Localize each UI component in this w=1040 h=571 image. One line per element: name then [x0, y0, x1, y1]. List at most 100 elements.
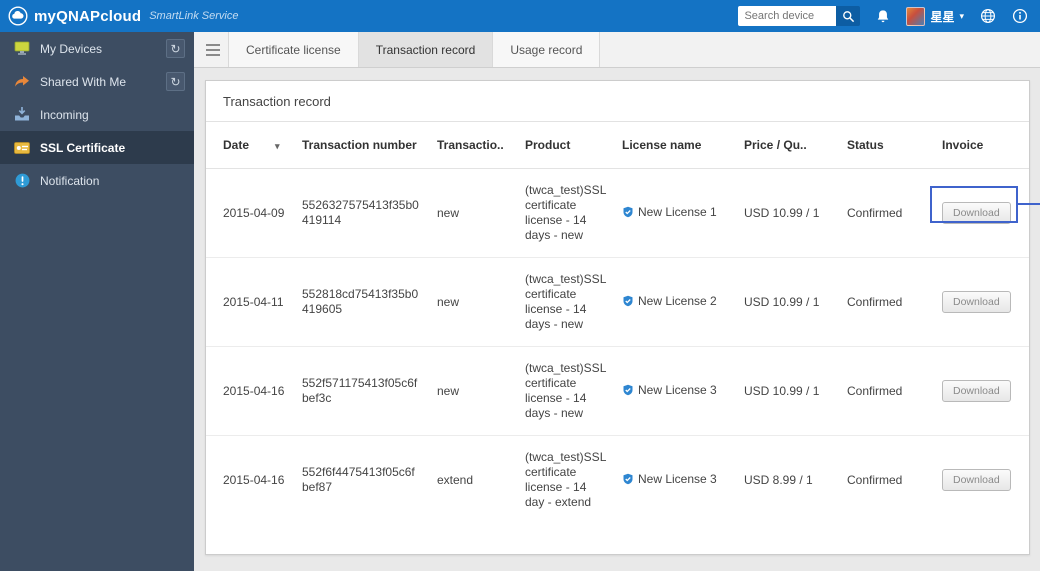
column-header-license-name: License name [614, 122, 736, 169]
cell-status: Confirmed [839, 436, 934, 525]
refresh-shared-with-me-button[interactable]: ↻ [166, 72, 185, 91]
cell-product: (twca_test)SSL certificate license - 14 … [517, 347, 614, 436]
shared-with-me-icon [13, 74, 31, 90]
cell-status: Confirmed [839, 169, 934, 258]
cell-license-name: New License 1 [614, 169, 736, 258]
license-shield-icon [622, 295, 634, 307]
table-body: 2015-04-09 5526327575413f35b0419114 new … [206, 169, 1029, 525]
license-shield-icon [622, 206, 634, 218]
search-box [738, 6, 860, 26]
hamburger-icon [206, 44, 220, 46]
ssl-certificate-icon [13, 140, 31, 156]
language-globe-button[interactable] [980, 8, 996, 24]
column-header-status: Status [839, 122, 934, 169]
column-header-transaction-type: Transactio.. [429, 122, 517, 169]
cell-date: 2015-04-16 [206, 347, 294, 436]
cell-invoice: Download [934, 169, 1029, 258]
refresh-my-devices-button[interactable]: ↻ [166, 39, 185, 58]
download-button[interactable]: Download [942, 469, 1011, 491]
sidebar-item-label: Shared With Me [40, 75, 126, 89]
cell-price: USD 10.99 / 1 [736, 169, 839, 258]
tab-usage-record[interactable]: Usage record [492, 32, 600, 67]
panel-title: Transaction record [206, 81, 1029, 122]
sidebar-item-notification[interactable]: Notification [0, 164, 194, 197]
brand-name: myQNAPcloud [34, 8, 141, 25]
topbar-right: 星星 ▾ [738, 6, 1028, 26]
transaction-record-panel: Transaction record Date▾ Transaction num… [205, 80, 1030, 555]
cell-transaction-type: new [429, 169, 517, 258]
cell-date: 2015-04-11 [206, 258, 294, 347]
cell-transaction-number: 552f571175413f05c6fbef3c [294, 347, 429, 436]
cell-invoice: Download [934, 347, 1029, 436]
brand-subtitle: SmartLink Service [149, 10, 238, 22]
menu-hamburger-button[interactable] [198, 32, 228, 67]
chevron-down-icon: ▾ [959, 11, 964, 22]
table-header-row: Date▾ Transaction number Transactio.. Pr… [206, 122, 1029, 169]
sidebar-item-label: My Devices [40, 42, 102, 56]
main-area: Certificate license Transaction record U… [194, 32, 1040, 571]
sidebar-item-label: Notification [40, 174, 99, 188]
sidebar-item-label: Incoming [40, 108, 89, 122]
sort-caret-icon[interactable]: ▾ [275, 141, 280, 151]
license-shield-icon [622, 473, 634, 485]
cell-transaction-type: new [429, 347, 517, 436]
column-header-price-quantity: Price / Qu.. [736, 122, 839, 169]
cell-product: (twca_test)SSL certificate license - 14 … [517, 258, 614, 347]
search-icon [842, 10, 855, 23]
sidebar-item-incoming[interactable]: Incoming [0, 98, 194, 131]
cell-license-name: New License 3 [614, 436, 736, 525]
brand: myQNAPcloud SmartLink Service [8, 6, 238, 26]
cell-date: 2015-04-09 [206, 169, 294, 258]
cell-price: USD 10.99 / 1 [736, 258, 839, 347]
column-header-transaction-number: Transaction number [294, 122, 429, 169]
user-name: 星星 [930, 8, 954, 25]
cell-status: Confirmed [839, 258, 934, 347]
globe-icon [980, 8, 996, 24]
bell-icon [876, 9, 890, 24]
cell-price: USD 10.99 / 1 [736, 347, 839, 436]
tab-bar: Certificate license Transaction record U… [194, 32, 1040, 68]
cell-transaction-type: new [429, 258, 517, 347]
cell-transaction-type: extend [429, 436, 517, 525]
tab-certificate-license[interactable]: Certificate license [228, 32, 358, 67]
topbar: myQNAPcloud SmartLink Service 星星 ▾ [0, 0, 1040, 32]
info-icon [1012, 8, 1028, 24]
cell-product: (twca_test)SSL certificate license - 14 … [517, 436, 614, 525]
cell-price: USD 8.99 / 1 [736, 436, 839, 525]
download-button[interactable]: Download [942, 291, 1011, 313]
table-row: 2015-04-16 552f571175413f05c6fbef3c new … [206, 347, 1029, 436]
sidebar-item-ssl-certificate[interactable]: SSL Certificate [0, 131, 194, 164]
cell-status: Confirmed [839, 347, 934, 436]
info-button[interactable] [1012, 8, 1028, 24]
cell-invoice: Download [934, 258, 1029, 347]
column-header-invoice: Invoice [934, 122, 1029, 169]
table-row: 2015-04-11 552818cd75413f35b0419605 new … [206, 258, 1029, 347]
table-row: 2015-04-16 552f6f4475413f05c6fbef87 exte… [206, 436, 1029, 525]
download-button[interactable]: Download [942, 202, 1011, 224]
search-button[interactable] [836, 6, 860, 26]
qnap-cloud-logo-icon [8, 6, 28, 26]
notifications-bell-button[interactable] [876, 9, 890, 24]
sidebar-item-label: SSL Certificate [40, 141, 125, 155]
sidebar-item-shared-with-me[interactable]: Shared With Me ↻ [0, 65, 194, 98]
table-row: 2015-04-09 5526327575413f35b0419114 new … [206, 169, 1029, 258]
incoming-icon [13, 107, 31, 123]
column-header-date[interactable]: Date▾ [206, 122, 294, 169]
search-input[interactable] [738, 6, 836, 26]
cell-invoice: Download [934, 436, 1029, 525]
download-button[interactable]: Download [942, 380, 1011, 402]
transaction-table: Date▾ Transaction number Transactio.. Pr… [206, 122, 1029, 524]
cell-license-name: New License 2 [614, 258, 736, 347]
sidebar: My Devices ↻ Shared With Me ↻ Incoming S… [0, 32, 194, 571]
cell-transaction-number: 552818cd75413f35b0419605 [294, 258, 429, 347]
user-menu[interactable]: 星星 ▾ [906, 7, 964, 26]
sidebar-item-my-devices[interactable]: My Devices ↻ [0, 32, 194, 65]
tab-transaction-record[interactable]: Transaction record [358, 32, 493, 67]
user-avatar [906, 7, 925, 26]
column-header-product: Product [517, 122, 614, 169]
cell-transaction-number: 552f6f4475413f05c6fbef87 [294, 436, 429, 525]
cell-date: 2015-04-16 [206, 436, 294, 525]
cell-license-name: New License 3 [614, 347, 736, 436]
my-devices-icon [13, 41, 31, 57]
license-shield-icon [622, 384, 634, 396]
